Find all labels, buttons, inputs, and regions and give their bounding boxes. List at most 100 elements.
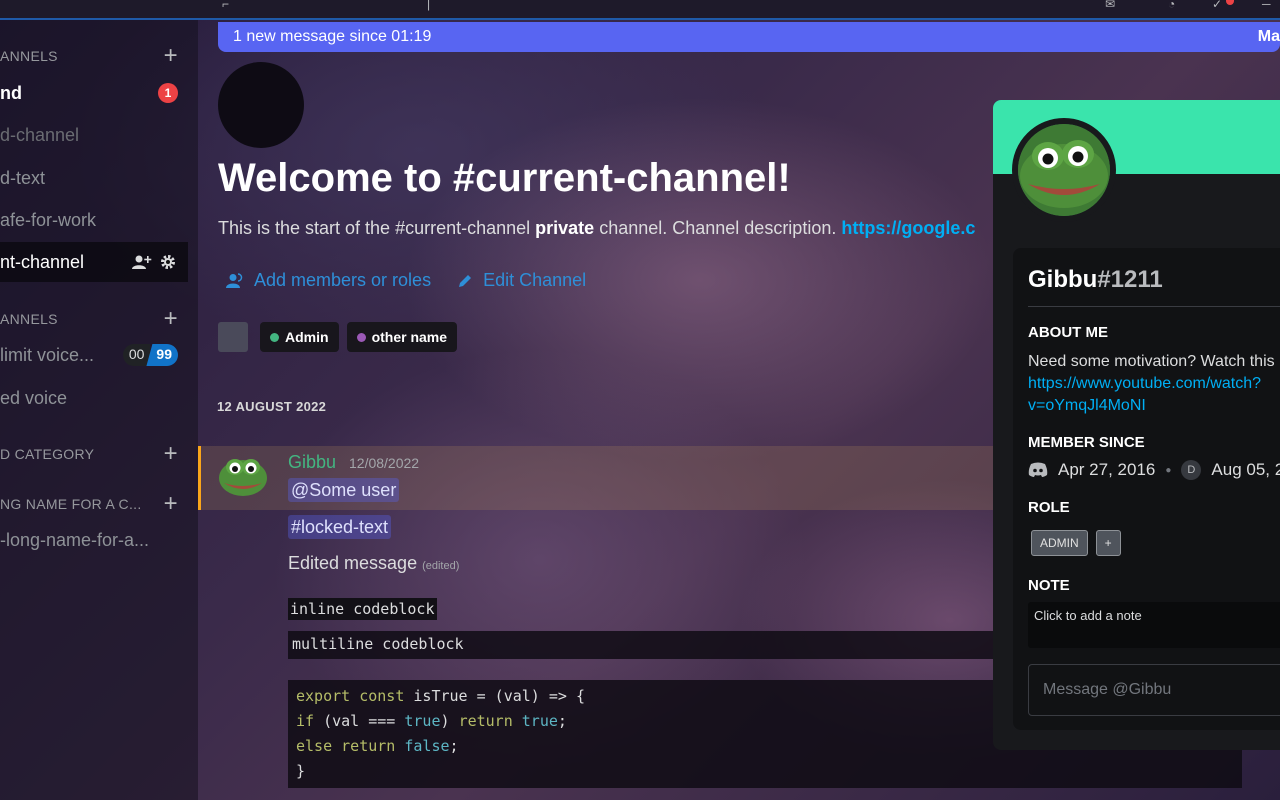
add-role-button[interactable]: + [1095,530,1121,556]
profile-username[interactable]: Gibbu#1211 [1028,266,1163,294]
role-color-dot [270,332,279,342]
category-header[interactable]: ANNELS + [0,42,188,70]
category-header[interactable]: D CATEGORY + [0,440,188,468]
channel-label: limit voice... [0,344,95,365]
category-label: NG NAME FOR A C... [0,496,142,512]
channel-item-selected[interactable]: nt-channel [0,242,188,282]
user-limit: 99 [146,344,178,366]
channel-label: afe-for-work [0,209,97,230]
notification-dot [1226,0,1234,5]
server-join-date: Aug 05, 20 [1211,460,1280,479]
message-author[interactable]: Gibbu [288,452,336,473]
voice-channel-item[interactable]: limit voice... 00 99 [0,335,188,375]
role-placeholder-square [218,322,248,352]
create-channel-plus-icon[interactable]: + [164,490,178,518]
channel-mention[interactable]: #locked-text [288,515,392,539]
channel-label: nd [0,82,22,103]
code-line: } [296,762,306,780]
toolbar-icon[interactable]: ⌐ [222,0,229,10]
create-channel-plus-icon[interactable]: + [164,305,178,333]
channel-icon [218,62,304,148]
about-text-line: Need some motivation? Watch this [1028,353,1275,370]
channel-item[interactable]: nd 1 [0,73,188,113]
channel-item[interactable]: -long-name-for-a... [0,520,188,560]
category-header[interactable]: ANNELS + [0,305,188,333]
edited-message: Edited message (edited) [288,553,459,574]
frog-avatar-icon [219,459,267,496]
channel-label: d-channel [0,124,80,145]
profile-avatar[interactable] [1012,118,1116,222]
channel-label: nt-channel [0,251,85,272]
notification-icon[interactable]: ◔ [1168,0,1175,10]
channel-item[interactable]: afe-for-work [0,200,188,240]
channel-sidebar: ANNELS + nd 1 d-channel d-text afe-for-w… [0,20,198,800]
add-members-label: Add members or roles [254,270,432,290]
description-link[interactable]: https://google.c [841,218,975,238]
category-label: ANNELS [0,311,58,327]
edited-message-text: Edited message [288,553,418,573]
voice-channel-item[interactable]: ed voice [0,378,188,418]
description-text: This is the start of the #current-channe… [218,218,536,238]
about-link[interactable]: https://www.youtube.com/watch? [1028,373,1280,395]
role-pill-other[interactable]: other name [346,322,458,352]
mark-as-read-button[interactable]: Ma [1258,28,1280,46]
user-mention[interactable]: @Some user [288,478,400,502]
toolbar-divider: | [427,0,431,11]
note-heading: NOTE [1028,577,1070,594]
server-icon: D [1181,460,1202,480]
note-input[interactable]: Click to add a note [1028,602,1280,648]
profile-body: Gibbu#1211 ABOUT ME Need some motivation… [1013,248,1280,730]
role-color-dot [356,332,366,342]
role-list: ADMIN + [1031,530,1121,556]
user-limit-badge: 00 99 [122,344,178,366]
add-members-button[interactable]: Add members or roles [226,270,431,291]
username: Gibbu [1028,266,1098,293]
create-channel-plus-icon[interactable]: + [164,440,178,468]
channel-label: ed voice [0,387,68,408]
member-since-row: Apr 27, 2016 ● D Aug 05, 20 [1028,460,1280,480]
user-count: 00 [122,344,151,366]
user-profile-popout: Gibbu#1211 ABOUT ME Need some motivation… [993,100,1280,750]
edit-channel-button[interactable]: Edit Channel [457,270,586,291]
category-header[interactable]: NG NAME FOR A C... + [0,490,188,518]
role-pill-admin[interactable]: Admin [260,322,339,352]
threads-icon[interactable]: ✉ [1105,0,1115,10]
channel-label: d-text [0,167,46,188]
discord-logo-icon [1028,462,1048,477]
new-messages-text: 1 new message since 01:19 [233,28,432,45]
role-name: other name [371,329,448,345]
inline-code: inline codeblock [288,598,437,620]
role-tag-admin[interactable]: ADMIN [1031,530,1088,556]
frog-avatar-icon [1018,124,1110,216]
channel-welcome-title: Welcome to #current-channel! [218,156,791,200]
member-since-heading: MEMBER SINCE [1028,434,1145,451]
channel-item[interactable]: d-text [0,158,188,198]
create-channel-plus-icon[interactable]: + [164,42,178,70]
invite-member-icon[interactable] [132,254,152,270]
direct-message-input[interactable]: Message @Gibbu [1028,664,1280,716]
pinned-icon[interactable]: ✓ [1212,0,1222,10]
members-icon [226,272,243,288]
about-me-heading: ABOUT ME [1028,324,1108,341]
user-avatar[interactable] [218,451,268,501]
about-me-text: Need some motivation? Watch this https:/… [1028,351,1280,417]
message-timestamp: 12/08/2022 [349,455,420,471]
channel-roles: Admin other name [218,322,458,352]
date-divider: 12 AUGUST 2022 [217,399,327,414]
category-label: ANNELS [0,48,58,64]
gear-icon[interactable] [160,254,176,270]
category-label: D CATEGORY [0,446,95,462]
role-heading: ROLE [1028,499,1070,516]
channel-actions: Add members or roles Edit Channel [226,270,586,291]
menu-icon[interactable]: ─ [1262,0,1271,10]
discriminator: #1211 [1097,266,1163,293]
channel-label: -long-name-for-a... [0,529,150,550]
new-messages-bar[interactable]: 1 new message since 01:19 Ma [218,22,1280,52]
unread-badge: 1 [158,83,178,103]
about-link[interactable]: v=oYmqJl4MoNI [1028,395,1280,417]
role-name: Admin [285,329,329,345]
code-line: export const isTrue = (val) => { [296,687,585,705]
code-line: if (val === true) return true; [296,712,567,730]
edit-channel-label: Edit Channel [483,270,587,290]
channel-item[interactable]: d-channel [0,115,188,155]
